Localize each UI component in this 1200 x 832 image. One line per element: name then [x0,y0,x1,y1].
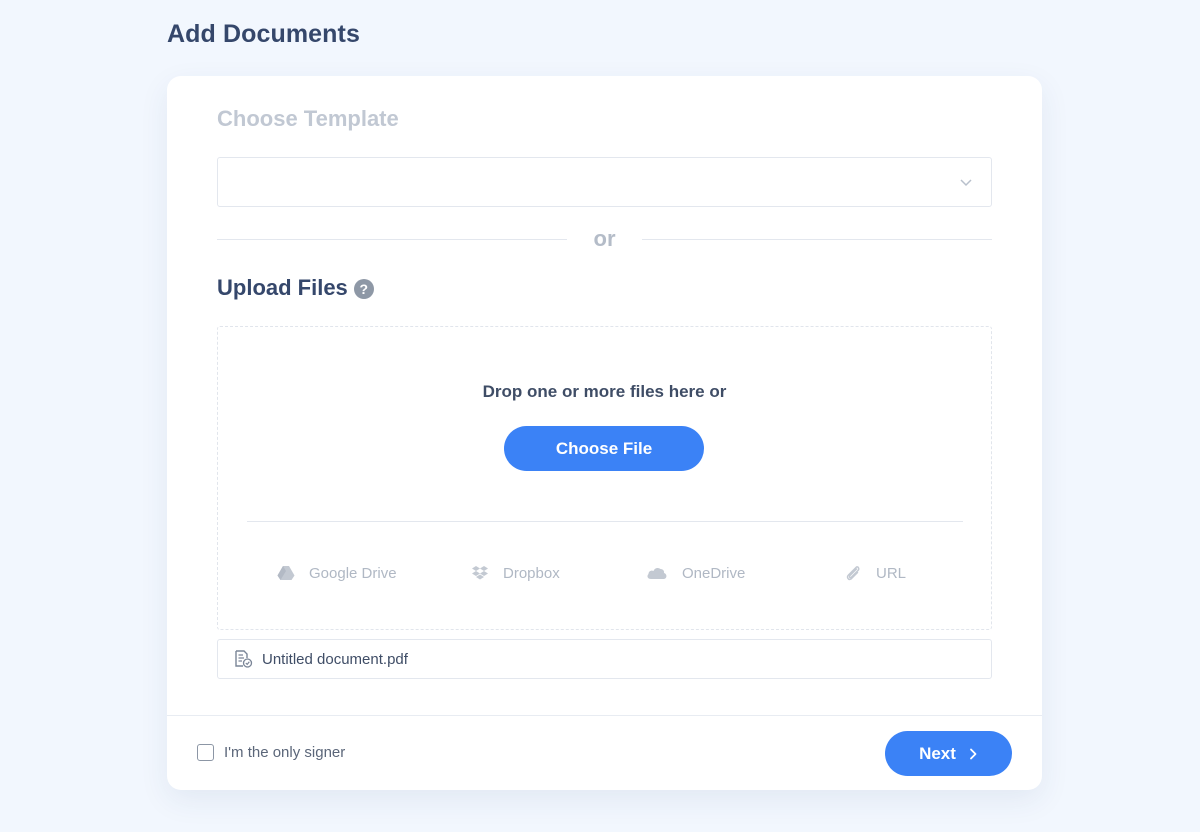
choose-file-button[interactable]: Choose File [504,426,704,471]
next-button[interactable]: Next [885,731,1012,776]
upload-files-heading: Upload Files ? [217,275,374,301]
only-signer-label: I'm the only signer [224,744,346,761]
next-label: Next [919,743,956,763]
dropbox-icon [472,566,488,580]
source-label: URL [876,564,907,582]
document-icon [233,649,253,669]
source-label: Google Drive [309,564,397,582]
paperclip-icon [846,566,860,581]
only-signer-checkbox[interactable]: I'm the only signer [197,744,345,761]
google-drive-icon [277,566,295,580]
template-select[interactable] [217,157,992,207]
choose-template-title: Choose Template [217,106,399,131]
divider [247,521,963,522]
google-drive-source[interactable]: Google Drive [277,561,397,585]
add-documents-card: Choose Template or Upload Files ? Drop o… [167,76,1042,790]
upload-files-title: Upload Files [217,275,348,300]
uploaded-file-item[interactable]: Untitled document.pdf [217,639,992,679]
help-icon[interactable]: ? [353,279,374,299]
url-source[interactable]: URL [844,561,906,585]
source-label: OneDrive [682,564,746,582]
file-dropzone[interactable]: Drop one or more files here or Choose Fi… [217,326,992,630]
onedrive-icon [647,567,667,579]
chevron-down-icon [959,175,973,189]
drop-instructions: Drop one or more files here or [482,382,727,401]
or-separator: or [217,226,992,254]
chevron-right-icon [968,748,978,760]
file-name: Untitled document.pdf [262,650,408,668]
page-title: Add Documents [167,20,360,48]
dropbox-source[interactable]: Dropbox [471,561,560,585]
divider [642,239,992,240]
divider [167,715,1042,716]
checkbox-box[interactable] [197,744,214,761]
onedrive-source[interactable]: OneDrive [646,561,745,585]
source-label: Dropbox [503,564,560,582]
